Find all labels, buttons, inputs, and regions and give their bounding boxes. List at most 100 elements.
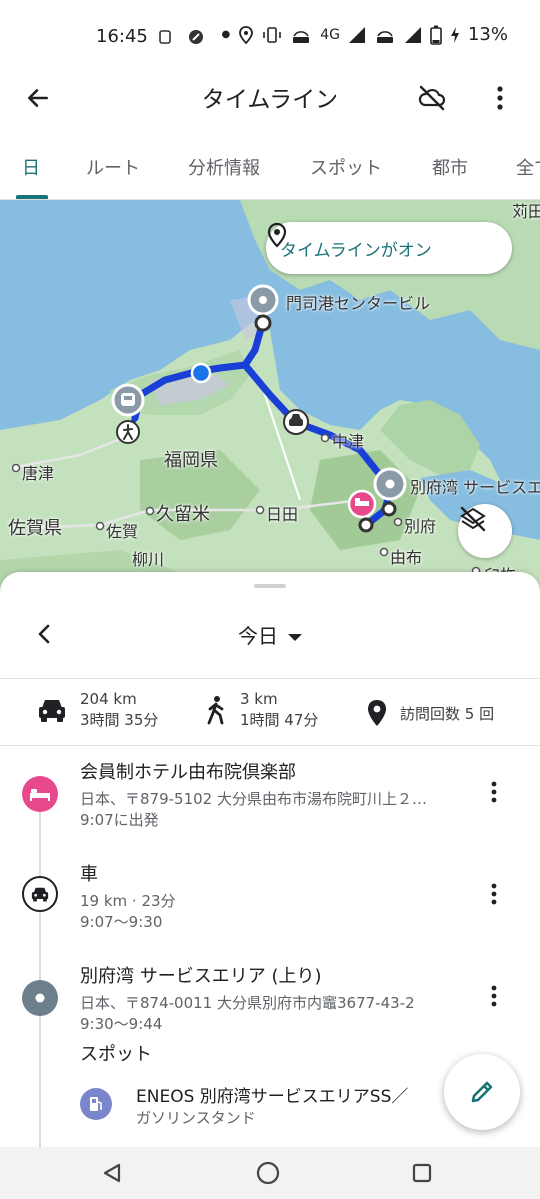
place-dot-icon bbox=[35, 993, 45, 1003]
layers-button[interactable] bbox=[458, 504, 512, 558]
circle-home-icon bbox=[256, 1161, 280, 1185]
tab-route[interactable]: ルート bbox=[86, 154, 140, 180]
timeline-status-text: タイムラインがオン bbox=[280, 240, 432, 261]
map-label-yanagawa: 柳川 bbox=[132, 550, 165, 569]
location-icon bbox=[239, 25, 254, 44]
spot-type: ガソリンスタンド bbox=[136, 1109, 256, 1127]
volte-signal-icon bbox=[293, 30, 310, 43]
hotel-title: 会員制ホテル由布院倶楽部 bbox=[80, 762, 296, 783]
tab-bar: 日 ルート 分析情報 スポット 都市 全て bbox=[0, 140, 540, 200]
walk-distance: 3 km bbox=[240, 690, 278, 708]
place-outline-icon bbox=[267, 222, 287, 248]
nav-home-button[interactable] bbox=[254, 1159, 282, 1187]
network-label: 4G bbox=[320, 26, 340, 43]
nav-back-button[interactable] bbox=[98, 1159, 126, 1187]
service-area-title: 別府湾 サービスエリア (上り) bbox=[80, 966, 322, 987]
date-selector[interactable]: 今日 bbox=[0, 620, 540, 649]
walk-icon bbox=[207, 696, 224, 725]
visits-summary: 訪問回数 5 回 bbox=[366, 699, 494, 727]
tab-all[interactable]: 全て bbox=[516, 154, 540, 180]
map-label-nakatsu: 中津 bbox=[332, 432, 365, 451]
cloud-backup-button[interactable] bbox=[412, 78, 452, 118]
edit-fab[interactable] bbox=[444, 1054, 520, 1130]
layers-off-icon bbox=[460, 506, 486, 532]
date-label: 今日 bbox=[238, 624, 278, 648]
gas-station-icon bbox=[90, 1097, 102, 1111]
hotel-time: 9:07に出発 bbox=[80, 811, 159, 829]
service-area-time: 9:30～9:44 bbox=[80, 1015, 163, 1033]
timeline-entry-hotel[interactable]: 会員制ホテル由布院倶楽部 日本、〒879-5102 大分県由布市湯布院町川上２…… bbox=[0, 758, 540, 838]
service-area-more-button[interactable] bbox=[478, 980, 510, 1012]
status-right: ● 4G 13% bbox=[221, 24, 508, 45]
drive-detail: 19 km · 23分 bbox=[80, 892, 176, 910]
status-bar: 16:45 ● 4G 13% bbox=[0, 0, 540, 70]
hotel-icon bbox=[30, 789, 50, 801]
walk-summary: 3 km 1時間 47分 bbox=[204, 689, 318, 731]
drive-time: 3時間 35分 bbox=[80, 711, 159, 729]
notification-icons bbox=[156, 26, 205, 46]
date-row: 今日 bbox=[0, 608, 540, 660]
tab-insights[interactable]: 分析情報 bbox=[188, 154, 260, 180]
volte-signal-icon-2 bbox=[376, 30, 393, 43]
triangle-back-icon bbox=[103, 1163, 121, 1183]
timeline-status-chip[interactable]: タイムラインがオン bbox=[266, 222, 512, 274]
spot-name[interactable]: ENEOS 別府湾サービスエリアSS／ bbox=[136, 1082, 408, 1107]
map-label-hita: 日田 bbox=[266, 505, 299, 524]
spot-badge bbox=[80, 1088, 112, 1120]
drive-distance: 204 km bbox=[80, 690, 137, 708]
map-label-saga-pref: 佐賀県 bbox=[8, 518, 62, 539]
status-time: 16:45 bbox=[96, 26, 148, 47]
service-area-badge bbox=[22, 980, 58, 1016]
day-summary: 204 km 3時間 35分 3 km 1時間 47分 訪問回数 5 回 bbox=[0, 678, 540, 746]
maps-notify-icon bbox=[189, 29, 204, 44]
tab-day[interactable]: 日 bbox=[22, 154, 40, 180]
cloud-off-icon bbox=[418, 85, 446, 111]
hotel-badge bbox=[22, 776, 58, 812]
drive-more-button[interactable] bbox=[478, 878, 510, 910]
map-label-karatsu: 唐津 bbox=[22, 464, 55, 483]
charging-icon bbox=[450, 26, 459, 43]
app-bar: タイムライン bbox=[0, 70, 540, 126]
signal-icon bbox=[348, 26, 365, 43]
vibrate-notify-icon bbox=[159, 29, 171, 44]
map-label-kurume: 久留米 bbox=[156, 504, 210, 525]
map-label-saga: 佐賀 bbox=[106, 522, 139, 541]
more-vert-icon bbox=[491, 985, 497, 1007]
dot-icon: ● bbox=[221, 29, 231, 40]
drive-badge bbox=[22, 876, 58, 912]
more-vert-icon bbox=[491, 781, 497, 803]
square-recents-icon bbox=[412, 1163, 432, 1183]
drag-handle[interactable] bbox=[254, 584, 286, 588]
nav-recents-button[interactable] bbox=[408, 1159, 436, 1187]
edit-pencil-icon bbox=[471, 1081, 493, 1103]
battery-percent: 13% bbox=[467, 24, 508, 45]
more-vert-icon bbox=[491, 883, 497, 905]
vibrate-icon bbox=[263, 26, 282, 43]
visit-count: 訪問回数 5 回 bbox=[400, 704, 495, 723]
more-options-button[interactable] bbox=[480, 78, 520, 118]
tab-cities[interactable]: 都市 bbox=[432, 154, 468, 180]
drive-summary: 204 km 3時間 35分 bbox=[36, 689, 158, 731]
more-vert-icon bbox=[497, 86, 503, 110]
hotel-address: 日本、〒879-5102 大分県由布市湯布院町川上２… bbox=[80, 790, 427, 808]
signal-icon-2 bbox=[404, 26, 421, 43]
walk-time: 1時間 47分 bbox=[240, 711, 319, 729]
map-label-beppu: 別府 bbox=[404, 517, 437, 536]
drive-time-range: 9:07～9:30 bbox=[80, 913, 163, 931]
map-label-beppu-sa: 別府湾 サービスエリア bbox=[410, 478, 540, 497]
map-label-fukuoka: 福岡県 bbox=[164, 450, 218, 471]
car-icon bbox=[31, 887, 49, 902]
car-icon bbox=[39, 700, 65, 722]
battery-icon bbox=[430, 25, 442, 45]
timeline-entry-drive[interactable]: 車 19 km · 23分 9:07～9:30 bbox=[0, 860, 540, 940]
map-view[interactable]: 門司港センタービル 福岡県 中津 別府湾 サービスエリア 唐津 佐賀県 佐賀 久… bbox=[0, 200, 540, 600]
service-area-address: 日本、〒874-0011 大分県別府市内竈3677-43-2 bbox=[80, 994, 415, 1012]
dropdown-arrow-icon bbox=[288, 634, 302, 641]
tab-indicator bbox=[16, 195, 48, 199]
tab-spots[interactable]: スポット bbox=[310, 154, 382, 180]
hotel-more-button[interactable] bbox=[478, 776, 510, 808]
page-title: タイムライン bbox=[201, 87, 339, 113]
map-label-yufu: 由布 bbox=[390, 548, 423, 567]
place-icon bbox=[368, 700, 386, 726]
spots-section-heading: スポット bbox=[80, 1044, 152, 1065]
